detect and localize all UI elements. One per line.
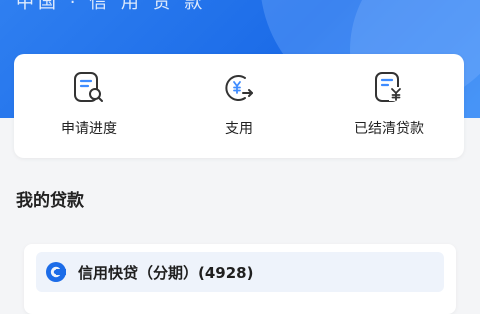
header-title: 中国 · 信 用 贷 款: [16, 0, 207, 13]
bank-logo-icon: [46, 262, 66, 282]
quick-action-label: 申请进度: [61, 121, 117, 137]
loan-card[interactable]: 信用快贷（分期）(4928): [24, 244, 456, 314]
quick-action-application-progress[interactable]: 申请进度: [14, 54, 164, 158]
quick-action-drawdown[interactable]: 支用: [164, 54, 314, 158]
quick-action-label: 已结清贷款: [354, 121, 424, 137]
application-progress-icon: [74, 72, 103, 102]
settled-loan-icon: [375, 72, 403, 102]
quick-action-label: 支用: [225, 121, 253, 137]
loan-name: 信用快贷（分期）(4928): [78, 263, 254, 282]
quick-action-settled-loans[interactable]: 已结清贷款: [314, 54, 464, 158]
loan-card-header[interactable]: 信用快贷（分期）(4928): [36, 252, 444, 292]
drawdown-icon: [225, 75, 253, 101]
section-title-my-loans: 我的贷款: [16, 191, 84, 211]
quick-actions-card: 申请进度 支用 已结清贷款: [14, 54, 464, 158]
